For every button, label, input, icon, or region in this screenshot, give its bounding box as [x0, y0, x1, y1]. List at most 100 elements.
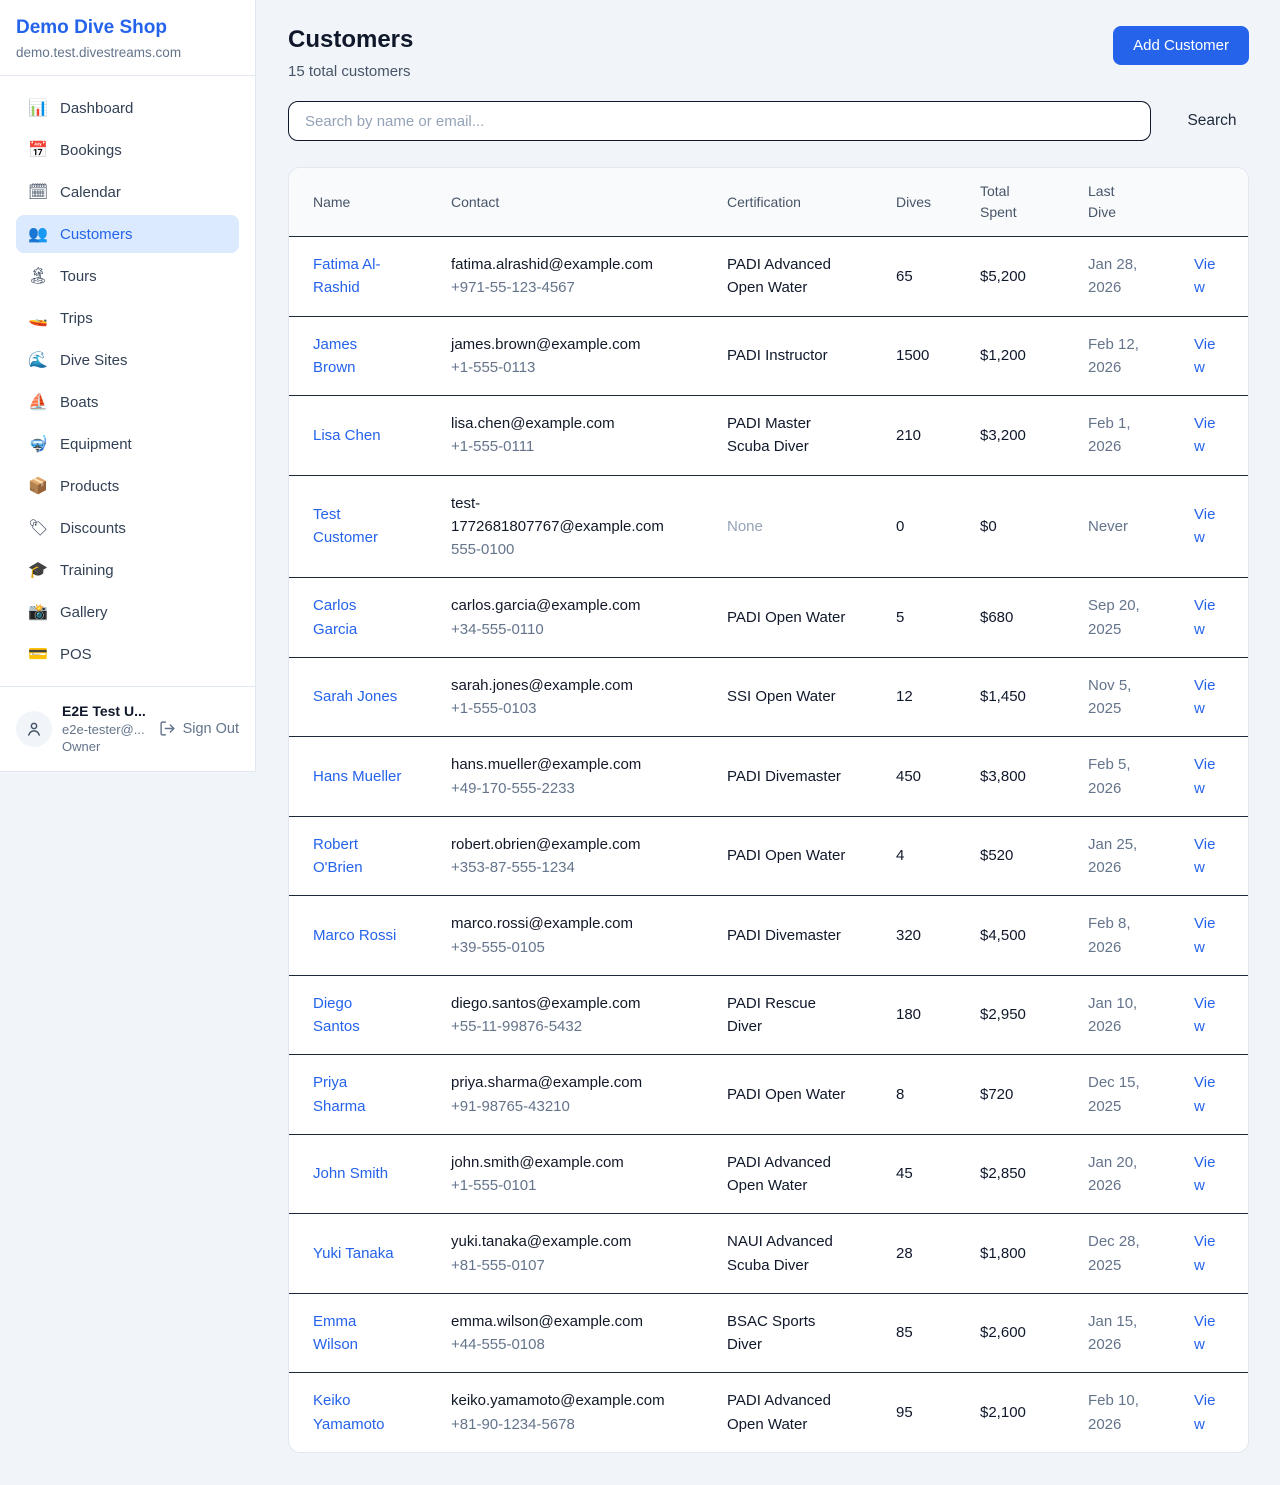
view-link[interactable]: View	[1194, 506, 1215, 546]
customer-last-dive-cell: Nov 5, 2025	[1064, 657, 1170, 737]
sidebar-header: Demo Dive Shop demo.test.divestreams.com	[0, 0, 255, 75]
customer-last-dive-cell: Jan 25, 2026	[1064, 816, 1170, 896]
customer-certification-cell: None	[703, 475, 872, 578]
sidebar-item-dive-sites[interactable]: 🌊Dive Sites	[16, 341, 239, 379]
customer-email: marco.rossi@example.com	[451, 912, 679, 935]
customer-contact-cell: sarah.jones@example.com+1-555-0103	[427, 657, 703, 737]
customer-name-link[interactable]: James Brown	[313, 336, 357, 376]
customer-actions-cell: View	[1170, 975, 1249, 1055]
table-row: Lisa Chenlisa.chen@example.com+1-555-011…	[289, 396, 1249, 476]
view-link[interactable]: View	[1194, 756, 1215, 796]
customer-dives-cell: 95	[872, 1373, 956, 1452]
view-link[interactable]: View	[1194, 915, 1215, 955]
sidebar-item-discounts[interactable]: 🏷Discounts	[16, 509, 239, 547]
camera-icon: 📸	[28, 602, 48, 622]
view-link[interactable]: View	[1194, 1233, 1215, 1273]
table-row: Diego Santosdiego.santos@example.com+55-…	[289, 975, 1249, 1055]
customer-contact-cell: keiko.yamamoto@example.com+81-90-1234-56…	[427, 1373, 703, 1452]
sidebar-item-dashboard[interactable]: 📊Dashboard	[16, 89, 239, 127]
customer-name-link[interactable]: Keiko Yamamoto	[313, 1392, 384, 1432]
customer-last-dive-cell: Jan 10, 2026	[1064, 975, 1170, 1055]
customer-name-link[interactable]: John Smith	[313, 1165, 388, 1182]
view-link[interactable]: View	[1194, 995, 1215, 1035]
customer-name-link[interactable]: Robert O'Brien	[313, 836, 363, 876]
customer-contact-cell: test-1772681807767@example.com555-0100	[427, 475, 703, 578]
customer-actions-cell: View	[1170, 237, 1249, 317]
sidebar-item-tours[interactable]: 🏝Tours	[16, 257, 239, 295]
customer-last-dive-cell: Sep 20, 2025	[1064, 578, 1170, 658]
table-row: Keiko Yamamoto keiko.yamamoto@example.com…	[289, 1373, 1249, 1452]
sidebar-item-boats[interactable]: ⛵Boats	[16, 383, 239, 421]
customer-email: james.brown@example.com	[451, 333, 679, 356]
search-button[interactable]: Search	[1175, 112, 1249, 130]
customer-certification-cell: NAUI Advanced Scuba Diver	[703, 1214, 872, 1294]
customer-name-link[interactable]: Carlos Garcia	[313, 597, 357, 637]
customer-certification-cell: PADI Open Water	[703, 578, 872, 658]
customer-name-cell: Hans Mueller	[289, 737, 427, 817]
customer-certification-cell: PADI Advanced Open Water	[703, 1373, 872, 1452]
view-link[interactable]: View	[1194, 836, 1215, 876]
customer-dives-cell: 28	[872, 1214, 956, 1294]
customer-name-link[interactable]: Hans Mueller	[313, 768, 401, 785]
sidebar-item-trips[interactable]: 🚤Trips	[16, 299, 239, 337]
customer-email: lisa.chen@example.com	[451, 412, 679, 435]
customer-email: yuki.tanaka@example.com	[451, 1230, 679, 1253]
sidebar-item-calendar[interactable]: 🗓Calendar	[16, 173, 239, 211]
customer-last-dive-cell: Dec 28, 2025	[1064, 1214, 1170, 1294]
sidebar-item-customers[interactable]: 👥Customers	[16, 215, 239, 253]
table-row: Fatima Al-Rashid fatima.alrashid@example.…	[289, 237, 1249, 317]
view-link[interactable]: View	[1194, 336, 1215, 376]
customer-email: keiko.yamamoto@example.com	[451, 1389, 679, 1412]
sidebar-item-equipment[interactable]: 🤿Equipment	[16, 425, 239, 463]
sidebar-item-training[interactable]: 🎓Training	[16, 551, 239, 589]
customer-name-link[interactable]: Marco Rossi	[313, 927, 396, 944]
customer-name-link[interactable]: Emma Wilson	[313, 1313, 358, 1353]
sidebar-item-bookings[interactable]: 📅Bookings	[16, 131, 239, 169]
customer-certification-cell: PADI Open Water	[703, 1055, 872, 1135]
customer-last-dive-cell: Feb 12, 2026	[1064, 316, 1170, 396]
customer-phone: +49-170-555-2233	[451, 777, 679, 800]
view-link[interactable]: View	[1194, 597, 1215, 637]
user-role: Owner	[62, 738, 149, 756]
customer-total-spent-cell: $4,500	[956, 896, 1064, 976]
customer-phone: +1-555-0101	[451, 1174, 679, 1197]
view-link[interactable]: View	[1194, 1074, 1215, 1114]
customer-last-dive-cell: Dec 15, 2025	[1064, 1055, 1170, 1135]
view-link[interactable]: View	[1194, 415, 1215, 455]
customer-name-link[interactable]: Fatima Al-Rashid	[313, 256, 381, 296]
search-input[interactable]	[288, 101, 1151, 141]
customer-name-link[interactable]: Yuki Tanaka	[313, 1245, 394, 1262]
customer-name-cell: Keiko Yamamoto	[289, 1373, 427, 1452]
sidebar-item-label: Gallery	[60, 604, 108, 621]
customer-name-link[interactable]: Sarah Jones	[313, 688, 397, 705]
customer-contact-cell: marco.rossi@example.com+39-555-0105	[427, 896, 703, 976]
user-info: E2E Test U... e2e-tester@... Owner	[62, 702, 149, 756]
view-link[interactable]: View	[1194, 677, 1215, 717]
customer-name-link[interactable]: Diego Santos	[313, 995, 360, 1035]
customer-name-cell: John Smith	[289, 1134, 427, 1214]
customer-name-link[interactable]: Lisa Chen	[313, 427, 381, 444]
customer-name-link[interactable]: Test Customer	[313, 506, 378, 546]
people-icon: 👥	[28, 224, 48, 244]
sidebar-item-pos[interactable]: 💳POS	[16, 635, 239, 673]
view-link[interactable]: View	[1194, 1392, 1215, 1432]
sidebar-item-gallery[interactable]: 📸 Gallery	[16, 593, 239, 631]
customer-name-link[interactable]: Priya Sharma	[313, 1074, 366, 1114]
view-link[interactable]: View	[1194, 1313, 1215, 1353]
add-customer-button[interactable]: Add Customer	[1113, 26, 1249, 65]
sidebar-item-label: Training	[60, 562, 114, 579]
customer-email: fatima.alrashid@example.com	[451, 253, 679, 276]
view-link[interactable]: View	[1194, 1154, 1215, 1194]
customer-actions-cell: View	[1170, 475, 1249, 578]
customer-phone: +55-11-99876-5432	[451, 1015, 679, 1038]
view-link[interactable]: View	[1194, 256, 1215, 296]
customer-name-cell: Marco Rossi	[289, 896, 427, 976]
table-row: Yuki Tanakayuki.tanaka@example.com+81-55…	[289, 1214, 1249, 1294]
table-row: John Smithjohn.smith@example.com+1-555-0…	[289, 1134, 1249, 1214]
sidebar-item-products[interactable]: 📦Products	[16, 467, 239, 505]
sign-out-button[interactable]: Sign Out	[159, 720, 239, 737]
customer-total-spent-cell: $680	[956, 578, 1064, 658]
customer-phone: +1-555-0103	[451, 697, 679, 720]
customer-dives-cell: 450	[872, 737, 956, 817]
column-header-contact: Contact	[427, 168, 703, 237]
